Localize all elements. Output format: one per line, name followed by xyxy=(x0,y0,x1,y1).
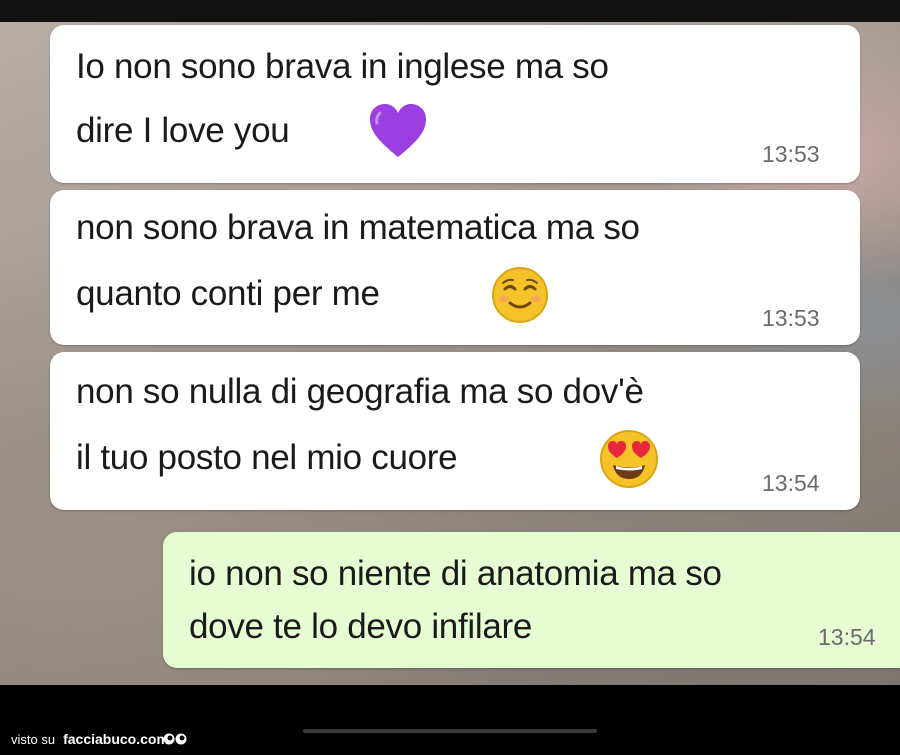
message-text-line: dire I love you xyxy=(76,111,290,150)
message-timestamp: 13:53 xyxy=(762,141,820,167)
message-text-line: non so nulla di geografia ma so dov'è xyxy=(76,372,644,411)
message-timestamp: 13:53 xyxy=(762,305,820,331)
heart-eyes-face-icon xyxy=(598,428,660,495)
message-bubble-outgoing[interactable]: io non so niente di anatomia ma so dove … xyxy=(163,532,900,668)
message-timestamp: 13:54 xyxy=(818,624,876,650)
purple-heart-icon xyxy=(368,103,428,164)
message-bubble-incoming[interactable]: Io non sono brava in inglese ma so dire … xyxy=(50,25,860,183)
relieved-face-icon xyxy=(490,265,550,330)
home-indicator xyxy=(303,729,597,733)
message-text-line: io non so niente di anatomia ma so xyxy=(189,554,722,593)
watermark-credit: visto su facciabuco.com xyxy=(11,731,169,747)
message-timestamp: 13:54 xyxy=(762,470,820,496)
message-bubble-incoming[interactable]: non so nulla di geografia ma so dov'è il… xyxy=(50,352,860,510)
top-black-bar xyxy=(0,0,900,22)
watermark-prefix: visto su xyxy=(11,732,56,747)
watermark-site: facciabuco.com xyxy=(63,731,169,747)
message-text-line: il tuo posto nel mio cuore xyxy=(76,438,458,477)
message-text-line: Io non sono brava in inglese ma so xyxy=(76,47,609,86)
message-text-line: quanto conti per me xyxy=(76,274,380,313)
message-bubble-incoming[interactable]: non sono brava in matematica ma so quant… xyxy=(50,190,860,345)
chat-background: Io non sono brava in inglese ma so dire … xyxy=(0,20,900,685)
watermark-eyes-icon xyxy=(163,732,187,751)
message-text-line: dove te lo devo infilare xyxy=(189,607,533,646)
message-text-line: non sono brava in matematica ma so xyxy=(76,208,640,247)
